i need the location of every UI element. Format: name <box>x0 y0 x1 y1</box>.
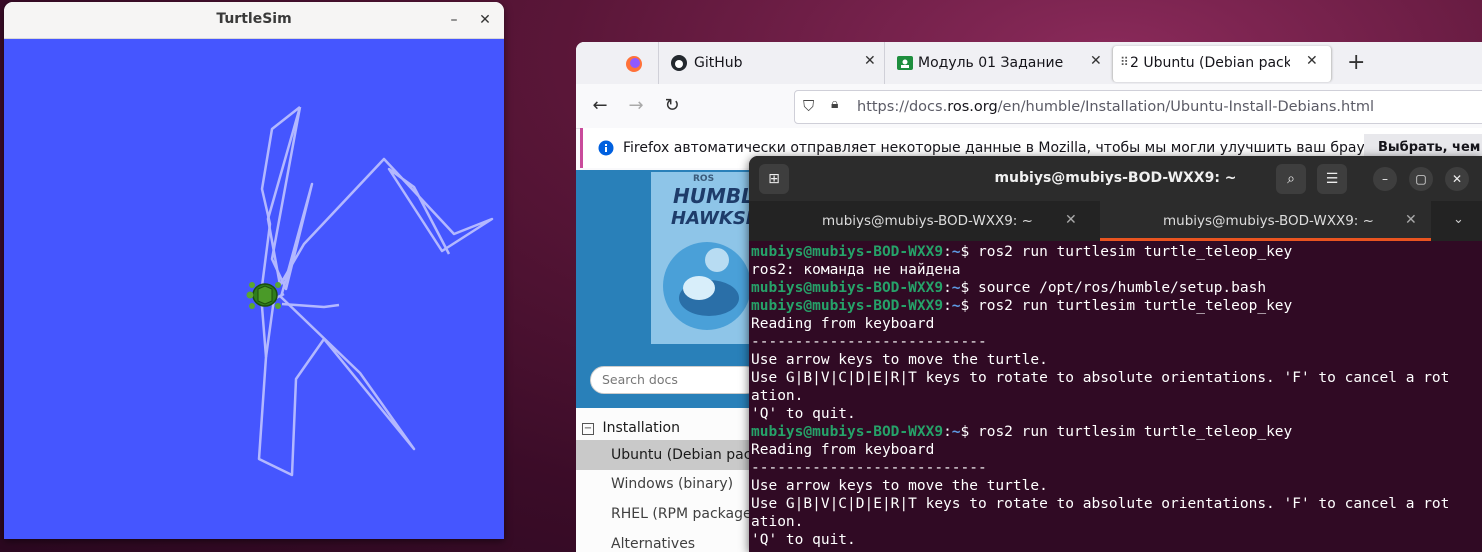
turtle-icon <box>246 282 281 309</box>
terminal-tab-1[interactable]: mubiys@mubiys-BOD-WXX9: ~ ✕ <box>749 201 1099 241</box>
tab-module[interactable]: Модуль 01 Задание ✕ <box>884 42 1111 84</box>
terminal-command-line: mubiys@mubiys-BOD-WXX9:~$ ros2 run turtl… <box>751 298 1293 314</box>
menu-alternatives[interactable]: Alternatives <box>576 536 756 552</box>
humble-logo: ROS HUMBL HAWKSB <box>651 172 751 344</box>
docs-sidebar: ROS HUMBL HAWKSB Search docs − Installat… <box>576 170 760 552</box>
close-icon[interactable]: ✕ <box>1090 53 1102 69</box>
tab-label: 2 Ubuntu (Debian package <box>1130 55 1290 71</box>
url-text: https://docs.ros.org/en/humble/Installat… <box>857 99 1375 115</box>
prompt-user: mubiys@mubiys-BOD-WXX9 <box>751 280 944 296</box>
terminal-output-line: ation. <box>751 388 804 404</box>
terminal-output-line: --------------------------- <box>751 460 987 476</box>
logo-ros: ROS <box>693 174 715 184</box>
tab-ubuntu-install[interactable]: ⠿ 2 Ubuntu (Debian package ✕ <box>1112 46 1332 82</box>
menu-installation[interactable]: − Installation <box>582 420 762 436</box>
classroom-icon <box>897 56 913 70</box>
ros-icon: ⠿ <box>1120 55 1129 69</box>
turtlesim-window: TurtleSim – ✕ <box>4 2 504 539</box>
terminal-window: ⊞ mubiys@mubiys-BOD-WXX9: ~ ⌕ ☰ – ▢ ✕ mu… <box>749 156 1482 552</box>
close-button[interactable]: ✕ <box>475 10 495 30</box>
reload-button[interactable]: ↻ <box>660 94 684 118</box>
lock-icon[interactable]: 🔒︎ <box>831 96 838 112</box>
info-icon <box>598 140 614 156</box>
terminal-tab-label: mubiys@mubiys-BOD-WXX9: ~ <box>822 213 1033 229</box>
terminal-output-line: 'Q' to quit. <box>751 532 856 548</box>
terminal-output-line: Reading from keyboard <box>751 442 935 458</box>
prompt-user: mubiys@mubiys-BOD-WXX9 <box>751 298 944 314</box>
close-icon[interactable]: ✕ <box>1405 212 1417 228</box>
prompt-path: ~ <box>951 280 961 296</box>
search-icon[interactable]: ⌕ <box>1276 164 1306 194</box>
prompt-path: ~ <box>951 244 961 260</box>
menu-ubuntu-debian[interactable]: Ubuntu (Debian packa <box>576 440 756 470</box>
new-tab-button[interactable]: + <box>1347 50 1365 75</box>
chevron-down-icon[interactable]: ⌄ <box>1453 212 1464 227</box>
prompt-user: mubiys@mubiys-BOD-WXX9 <box>751 244 944 260</box>
terminal-output-line: Use G|B|V|C|D|E|R|T keys to rotate to ab… <box>751 370 1450 386</box>
tab-github[interactable]: GitHub ✕ <box>658 42 885 84</box>
prompt-path: ~ <box>951 298 961 314</box>
terminal-output-line: ros2: команда не найдена <box>751 262 961 278</box>
turtlesim-title: TurtleSim <box>216 11 292 27</box>
terminal-output-line: Use arrow keys to move the turtle. <box>751 478 1048 494</box>
turtlesim-titlebar[interactable]: TurtleSim – ✕ <box>4 2 504 39</box>
logo-humble: HUMBL <box>673 184 751 208</box>
logo-hawksbill: HAWKSB <box>671 208 751 229</box>
terminal-command-line: mubiys@mubiys-BOD-WXX9:~$ ros2 run turtl… <box>751 424 1293 440</box>
terminal-output-line: Use G|B|V|C|D|E|R|T keys to rotate to ab… <box>751 496 1450 512</box>
prompt-user: mubiys@mubiys-BOD-WXX9 <box>751 424 944 440</box>
terminal-command-line: mubiys@mubiys-BOD-WXX9:~$ ros2 run turtl… <box>751 244 1293 260</box>
terminal-tab-bar: mubiys@mubiys-BOD-WXX9: ~ ✕ mubiys@mubiy… <box>749 201 1482 241</box>
shield-icon[interactable]: ⛉ <box>803 97 814 115</box>
notification-text: Firefox автоматически отправляет некотор… <box>623 140 1395 156</box>
github-icon <box>671 55 687 71</box>
search-docs-input[interactable]: Search docs <box>590 366 760 394</box>
menu-windows[interactable]: Windows (binary) <box>576 476 756 492</box>
url-bar[interactable]: ⛉ 🔒︎ https://docs.ros.org/en/humble/Inst… <box>794 90 1482 124</box>
minimize-icon[interactable]: – <box>1373 167 1397 191</box>
terminal-output-line: 'Q' to quit. <box>751 406 856 422</box>
minimize-button[interactable]: – <box>444 10 464 30</box>
terminal-output-line: Use arrow keys to move the turtle. <box>751 352 1048 368</box>
close-icon[interactable]: ✕ <box>1065 212 1077 228</box>
menu-icon[interactable]: ☰ <box>1317 164 1347 194</box>
terminal-command-line: mubiys@mubiys-BOD-WXX9:~$ source /opt/ro… <box>751 280 1267 296</box>
terminal-output[interactable]: mubiys@mubiys-BOD-WXX9:~$ ros2 run turtl… <box>751 243 1482 549</box>
tab-bar: GitHub ✕ Модуль 01 Задание ✕ ⠿ 2 Ubuntu … <box>576 42 1482 84</box>
tab-firefox[interactable] <box>576 42 658 84</box>
terminal-output-line: Reading from keyboard <box>751 316 935 332</box>
turtle-mascot-icon <box>663 242 749 330</box>
prompt-path: ~ <box>951 424 961 440</box>
close-icon[interactable]: ✕ <box>1445 167 1469 191</box>
tab-label: GitHub <box>694 55 743 71</box>
forward-button[interactable]: → <box>624 94 648 118</box>
maximize-icon[interactable]: ▢ <box>1409 167 1433 191</box>
firefox-icon <box>626 56 642 72</box>
terminal-tab-label: mubiys@mubiys-BOD-WXX9: ~ <box>1163 213 1374 229</box>
close-icon[interactable]: ✕ <box>1306 53 1318 69</box>
menu-installation-label: Installation <box>602 420 680 436</box>
terminal-output-line: ation. <box>751 514 804 530</box>
collapse-icon[interactable]: − <box>582 423 594 435</box>
tab-label: Модуль 01 Задание <box>918 55 1064 71</box>
back-button[interactable]: ← <box>588 94 612 118</box>
search-placeholder: Search docs <box>602 372 678 387</box>
turtlesim-canvas <box>4 39 504 539</box>
terminal-output-line: --------------------------- <box>751 334 987 350</box>
terminal-headerbar[interactable]: ⊞ mubiys@mubiys-BOD-WXX9: ~ ⌕ ☰ – ▢ ✕ <box>749 156 1482 201</box>
terminal-tab-2[interactable]: mubiys@mubiys-BOD-WXX9: ~ ✕ <box>1100 201 1431 241</box>
menu-rhel[interactable]: RHEL (RPM packages) <box>576 506 756 522</box>
sidebar-menu: − Installation Ubuntu (Debian packa Wind… <box>576 408 756 552</box>
close-icon[interactable]: ✕ <box>864 53 876 69</box>
navigation-toolbar: ← → ↻ ⛉ 🔒︎ https://docs.ros.org/en/humbl… <box>576 84 1482 129</box>
